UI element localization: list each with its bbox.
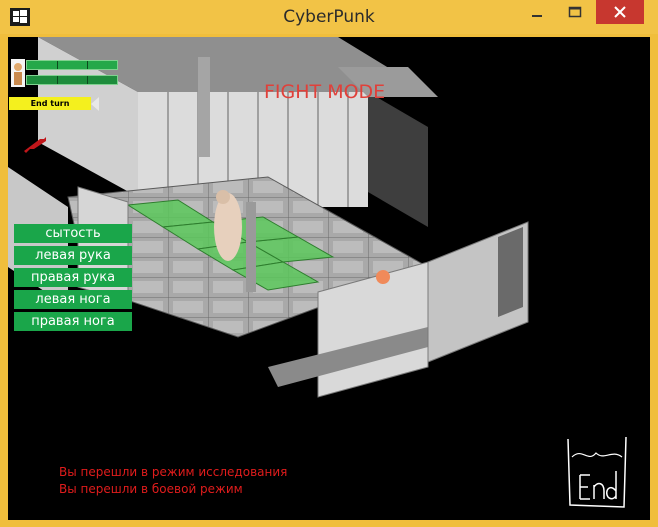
- status-button-left-arm[interactable]: левая рука: [14, 246, 132, 265]
- log-line: Вы перешли в боевой режим: [59, 482, 243, 496]
- message-log: Вы перешли в режим исследования Вы переш…: [59, 464, 287, 498]
- action-points-bar: [26, 75, 118, 85]
- game-window: CyberPunk FIGHT MODE End turn сытость ле…: [0, 0, 658, 527]
- enemy-character[interactable]: [376, 270, 390, 284]
- health-bar: [26, 60, 118, 70]
- rifle-icon[interactable]: [22, 135, 48, 155]
- minimize-icon[interactable]: [522, 0, 552, 24]
- status-button-satiety[interactable]: сытость: [14, 224, 132, 243]
- body-status-list: сытость левая рука правая рука левая ног…: [14, 224, 132, 334]
- title-bar[interactable]: CyberPunk: [0, 0, 658, 34]
- status-button-right-arm[interactable]: правая рука: [14, 268, 132, 287]
- end-turn-arrow-icon: [91, 97, 99, 111]
- game-viewport[interactable]: FIGHT MODE End turn сытость левая рука п…: [8, 37, 650, 520]
- pillar-2: [198, 57, 210, 157]
- door[interactable]: [498, 227, 523, 317]
- player-portrait-icon[interactable]: [11, 59, 25, 87]
- close-icon[interactable]: [596, 0, 644, 24]
- maximize-icon[interactable]: [560, 0, 590, 24]
- status-button-left-leg[interactable]: левая нога: [14, 290, 132, 309]
- right-wall-block: [368, 92, 428, 227]
- mode-label: FIGHT MODE: [264, 81, 386, 103]
- end-turn-button[interactable]: End turn: [9, 97, 91, 110]
- end-sketch-icon[interactable]: [564, 435, 630, 511]
- status-button-right-leg[interactable]: правая нога: [14, 312, 132, 331]
- log-line: Вы перешли в режим исследования: [59, 465, 288, 479]
- pillar: [246, 202, 256, 292]
